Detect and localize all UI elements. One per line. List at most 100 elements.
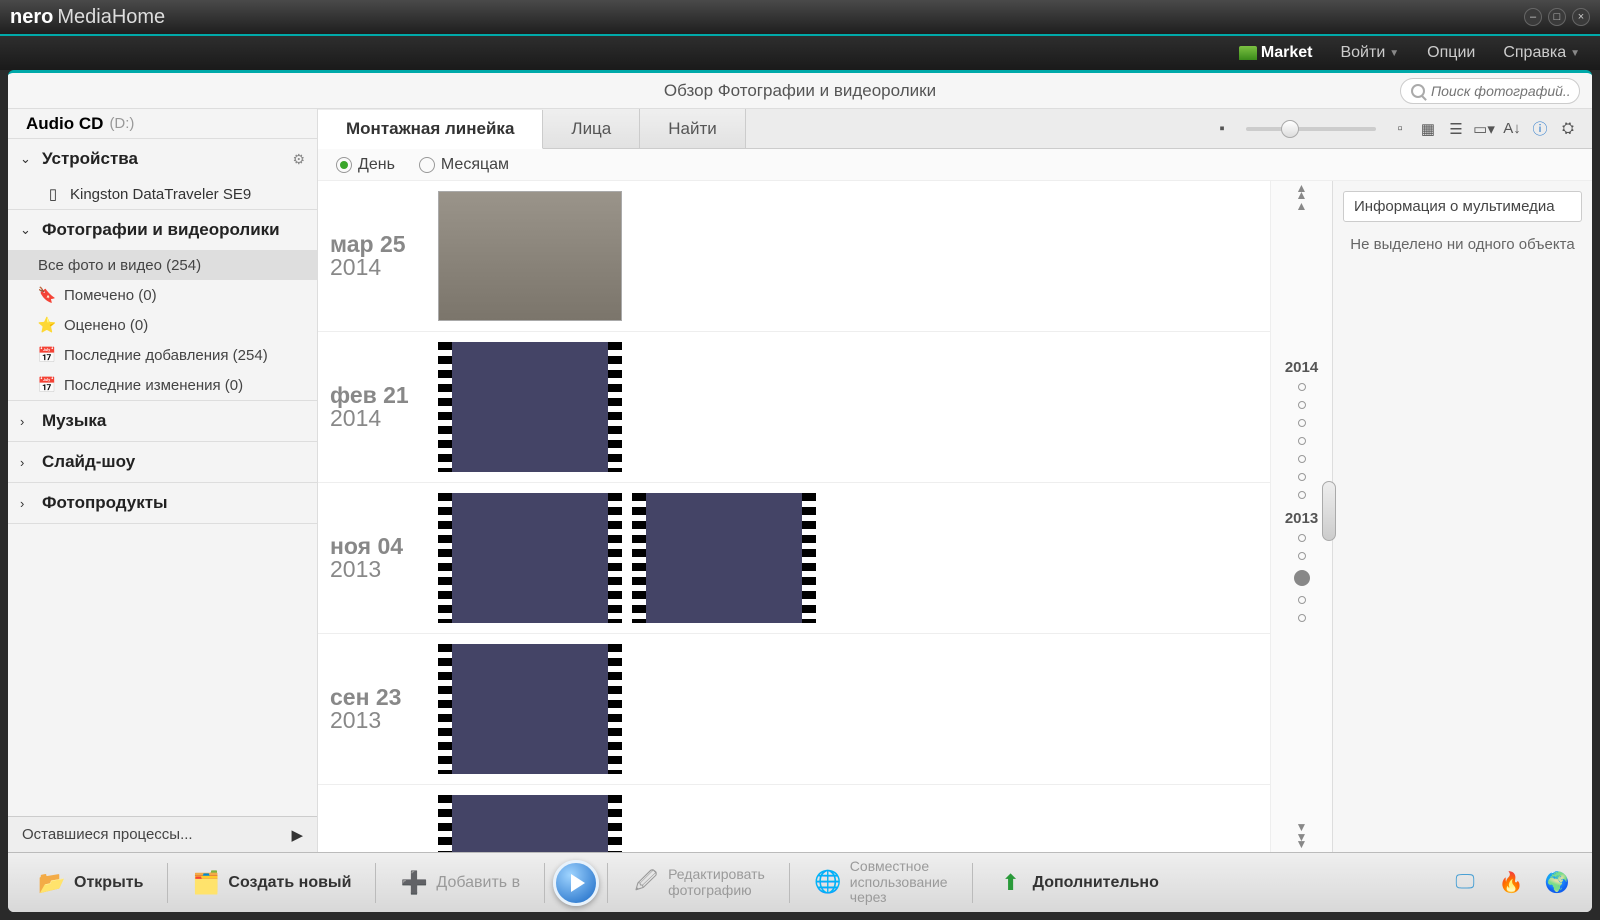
options-menu[interactable]: Опции xyxy=(1427,44,1475,62)
video-thumb[interactable] xyxy=(438,493,622,623)
info-panel: Информация о мультимедиа Не выделено ни … xyxy=(1332,181,1592,852)
fire-icon[interactable]: 🔥 xyxy=(1498,870,1524,896)
timeline-year[interactable]: 2014 xyxy=(1285,359,1318,376)
play-button[interactable] xyxy=(553,860,599,906)
video-thumb[interactable] xyxy=(438,795,622,852)
photo-thumb[interactable] xyxy=(438,191,622,321)
info-icon[interactable]: ⓘ xyxy=(1530,120,1550,138)
market-icon xyxy=(1239,46,1257,60)
sidebar-item-recent-added[interactable]: 📅Последние добавления (254) xyxy=(8,340,317,370)
sidebar-item-rated[interactable]: ⭐Оценено (0) xyxy=(8,310,317,340)
scroll-bottom-icon[interactable]: ▼▼ xyxy=(1296,834,1308,848)
market-link[interactable]: Market xyxy=(1239,44,1313,62)
tab-faces[interactable]: Лица xyxy=(543,109,640,148)
scroll-top-icon[interactable]: ▲▲ xyxy=(1296,185,1308,199)
calendar-icon: 📅 xyxy=(38,376,56,394)
timeline-year[interactable]: 2013 xyxy=(1285,510,1318,527)
menubar: Market Войти▼ Опции Справка▼ xyxy=(0,34,1600,70)
sort-icon[interactable]: A↓ xyxy=(1502,120,1522,138)
year-timeline[interactable]: ▲▲ ▲ 2014 2013 ▼ ▼▼ xyxy=(1270,181,1332,852)
sidebar: Audio CD(D:) ⌄ Устройства ⚙ ▯ Kingston D… xyxy=(8,109,318,852)
sidebar-section-photos[interactable]: ⌄ Фотографии и видеоролики xyxy=(8,210,317,250)
create-new-button[interactable]: 🗂️Создать новый xyxy=(176,863,367,903)
sidebar-item-device[interactable]: ▯ Kingston DataTraveler SE9 xyxy=(8,179,317,209)
caret-icon: ▼ xyxy=(1389,48,1399,59)
sidebar-audio-cd[interactable]: Audio CD(D:) xyxy=(8,109,317,139)
upload-icon: ⬆ xyxy=(997,869,1025,897)
thumb-small-icon[interactable]: ▪ xyxy=(1212,120,1232,138)
usb-icon: ▯ xyxy=(44,185,62,203)
video-thumb[interactable] xyxy=(632,493,816,623)
sidebar-section-photoproducts[interactable]: ›Фотопродукты xyxy=(8,483,317,523)
monitor-icon[interactable]: 🖵 xyxy=(1452,870,1478,896)
create-icon: 🗂️ xyxy=(192,869,220,897)
date-group: мар 252014 xyxy=(318,181,1270,332)
calendar-icon: 📅 xyxy=(38,346,56,364)
search-icon xyxy=(1411,84,1425,98)
sidebar-item-recent-changed[interactable]: 📅Последние изменения (0) xyxy=(8,370,317,400)
search-input[interactable] xyxy=(1431,83,1569,99)
sidebar-processes[interactable]: Оставшиеся процессы...▶ xyxy=(8,816,317,852)
folder-icon: 📂 xyxy=(38,869,66,897)
close-button[interactable]: × xyxy=(1572,8,1590,26)
gear-icon[interactable]: ⚙ xyxy=(292,151,305,168)
bottom-toolbar: 📂Открыть 🗂️Создать новый ➕Добавить в 🖉Ре… xyxy=(8,852,1592,912)
sidebar-section-music[interactable]: ›Музыка xyxy=(8,401,317,441)
info-title: Информация о мультимедиа xyxy=(1343,191,1582,222)
edit-photo-button[interactable]: 🖉Редактироватьфотографию xyxy=(616,861,781,904)
group-date: сен 232013 xyxy=(318,686,438,732)
filter-icon[interactable]: ▭▾ xyxy=(1474,120,1494,138)
grid-view-icon[interactable]: ▦ xyxy=(1418,120,1438,138)
sidebar-item-all[interactable]: Все фото и видео (254) xyxy=(8,250,317,280)
radio-month[interactable]: Месяцам xyxy=(419,156,509,174)
share-button[interactable]: 🌐Совместноеиспользованиечерез xyxy=(798,853,964,911)
add-to-button[interactable]: ➕Добавить в xyxy=(384,863,536,903)
timeline-handle[interactable] xyxy=(1322,481,1336,541)
open-button[interactable]: 📂Открыть xyxy=(22,863,159,903)
zoom-slider[interactable] xyxy=(1246,127,1376,131)
app-logo: neroMediaHome xyxy=(10,6,165,29)
scroll-up-icon[interactable]: ▲ xyxy=(1296,199,1308,213)
chevron-right-icon: › xyxy=(20,414,34,429)
edit-icon: 🖉 xyxy=(632,869,660,897)
maximize-button[interactable]: □ xyxy=(1548,8,1566,26)
view-tools: ▪ ▫ ▦ ☰ ▭▾ A↓ ⓘ ⛭ xyxy=(1212,109,1592,148)
thumb-large-icon[interactable]: ▫ xyxy=(1390,120,1410,138)
filter-row: День Месяцам xyxy=(318,149,1592,181)
video-thumb[interactable] xyxy=(438,342,622,472)
slider-knob[interactable] xyxy=(1281,120,1299,138)
login-menu[interactable]: Войти▼ xyxy=(1340,44,1399,62)
group-date: мар 252014 xyxy=(318,233,438,279)
info-empty: Не выделено ни одного объекта xyxy=(1343,236,1582,253)
radio-on-icon xyxy=(336,157,352,173)
search-box[interactable] xyxy=(1400,78,1580,104)
tab-row: Монтажная линейка Лица Найти ▪ ▫ ▦ ☰ ▭▾ … xyxy=(318,109,1592,149)
date-group xyxy=(318,785,1270,852)
media-groups: мар 252014 фев 212014 ноя 042013 xyxy=(318,181,1270,852)
sidebar-item-tagged[interactable]: 🔖Помечено (0) xyxy=(8,280,317,310)
plus-icon: ➕ xyxy=(400,869,428,897)
list-view-icon[interactable]: ☰ xyxy=(1446,120,1466,138)
share-icon: 🌐 xyxy=(814,868,842,896)
help-menu[interactable]: Справка▼ xyxy=(1503,44,1580,62)
chevron-right-icon: › xyxy=(20,455,34,470)
sidebar-section-devices[interactable]: ⌄ Устройства ⚙ xyxy=(8,139,317,179)
radio-day[interactable]: День xyxy=(336,156,395,174)
date-group: сен 232013 xyxy=(318,634,1270,785)
date-group: фев 212014 xyxy=(318,332,1270,483)
main-area: Монтажная линейка Лица Найти ▪ ▫ ▦ ☰ ▭▾ … xyxy=(318,109,1592,852)
sidebar-section-slideshow[interactable]: ›Слайд-шоу xyxy=(8,442,317,482)
minimize-button[interactable]: – xyxy=(1524,8,1542,26)
tab-find[interactable]: Найти xyxy=(640,109,746,148)
video-thumb[interactable] xyxy=(438,644,622,774)
play-icon: ▶ xyxy=(291,826,303,844)
tab-timeline[interactable]: Монтажная линейка xyxy=(318,110,543,149)
settings-icon[interactable]: ⛭ xyxy=(1558,120,1578,138)
chevron-down-icon: ⌄ xyxy=(20,151,34,167)
more-button[interactable]: ⬆Дополнительно xyxy=(981,863,1175,903)
group-date: ноя 042013 xyxy=(318,535,438,581)
page-title: Обзор Фотографии и видеоролики xyxy=(20,81,1580,101)
caret-icon: ▼ xyxy=(1570,48,1580,59)
radio-off-icon xyxy=(419,157,435,173)
globe-icon[interactable]: 🌍 xyxy=(1544,870,1570,896)
